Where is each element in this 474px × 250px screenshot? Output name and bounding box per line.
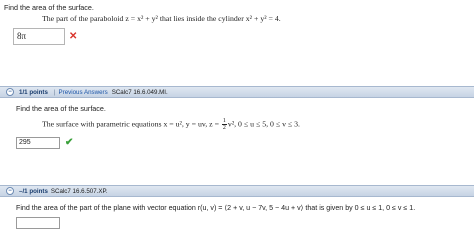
q2-separator: | bbox=[53, 88, 56, 96]
q2-prompt: The surface with parametric equations x … bbox=[42, 118, 300, 131]
x-icon: ✕ bbox=[69, 31, 78, 42]
q1-title: Find the area of the surface. bbox=[4, 3, 94, 12]
q2-frac-num: 1 bbox=[221, 118, 227, 125]
q2-title: Find the area of the surface. bbox=[16, 104, 106, 113]
collapse-icon[interactable]: − bbox=[6, 88, 14, 96]
q2-prompt-suffix: v², 0 ≤ u ≤ 5, 0 ≤ v ≤ 3. bbox=[227, 119, 301, 129]
q2-points: 1/1 points bbox=[19, 88, 48, 96]
q2-frac-den: 2 bbox=[222, 125, 226, 131]
q1-answer-field[interactable]: 8π bbox=[13, 28, 65, 45]
check-icon: ✔ bbox=[65, 137, 74, 148]
q3-points: –/1 points bbox=[19, 187, 48, 195]
q1-answer-value: 8π bbox=[17, 31, 27, 41]
q2-answer-field[interactable]: 295 bbox=[16, 137, 60, 149]
collapse-icon[interactable]: − bbox=[6, 187, 14, 195]
q2-fraction: 12 bbox=[221, 118, 227, 131]
q1-prompt: The part of the paraboloid z = x² + y² t… bbox=[42, 14, 281, 23]
q2-question-id: SCalc7 16.6.049.MI. bbox=[111, 88, 168, 96]
q3-question-id: SCalc7 16.6.507.XP. bbox=[50, 187, 108, 195]
previous-answers-link[interactable]: Previous Answers bbox=[59, 89, 108, 96]
q3-prompt: Find the area of the part of the plane w… bbox=[16, 204, 416, 212]
q2-prompt-prefix: The surface with parametric equations x … bbox=[42, 119, 221, 129]
q2-answer-value: 295 bbox=[19, 139, 31, 146]
q3-answer-field[interactable] bbox=[16, 217, 60, 229]
q3-header: − –/1 points SCalc7 16.6.507.XP. bbox=[0, 185, 474, 197]
q2-header: − 1/1 points | Previous Answers SCalc7 1… bbox=[0, 86, 474, 98]
